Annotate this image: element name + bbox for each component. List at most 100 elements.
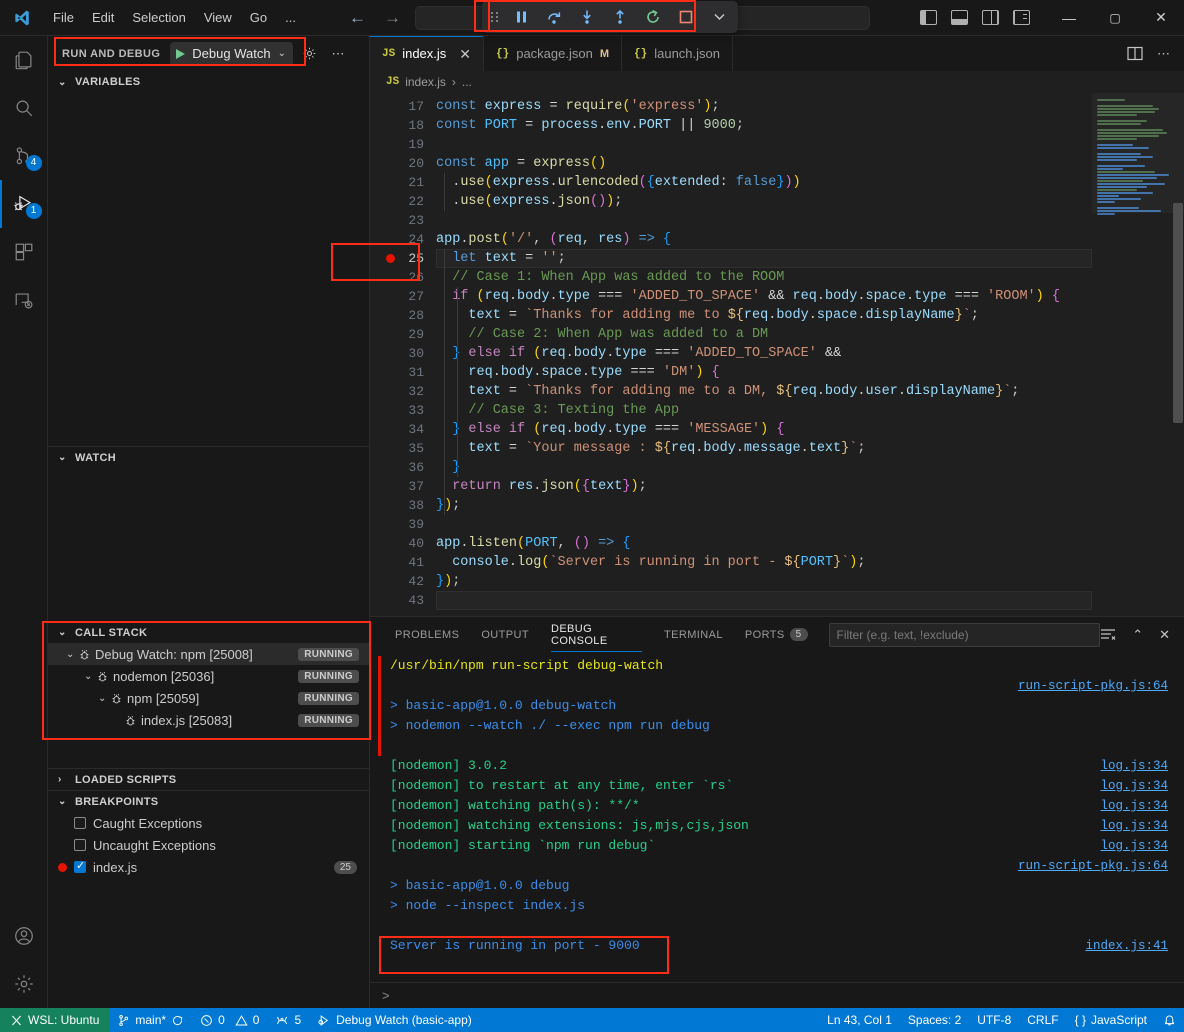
drag-handle-icon[interactable] bbox=[491, 12, 498, 22]
step-into-button[interactable] bbox=[577, 6, 597, 28]
status-cursor-position[interactable]: Ln 43, Col 1 bbox=[819, 1008, 900, 1032]
status-ports[interactable]: 5 bbox=[267, 1008, 309, 1032]
status-problems[interactable]: 0 0 bbox=[192, 1008, 267, 1032]
breadcrumb[interactable]: JS index.js › ... bbox=[370, 71, 1184, 93]
code-editor[interactable]: 17 18 19 20 21 22 23 24 25 26 27 28 29 3… bbox=[370, 93, 1184, 616]
tab-output[interactable]: OUTPUT bbox=[470, 617, 540, 652]
step-over-button[interactable] bbox=[544, 6, 564, 28]
close-icon[interactable]: ✕ bbox=[459, 47, 471, 61]
source-link[interactable]: log.js:34 bbox=[1100, 836, 1168, 856]
debug-console-input[interactable]: > bbox=[370, 982, 1184, 1008]
chevron-up-icon[interactable]: ⌃ bbox=[1132, 627, 1143, 643]
menu-edit[interactable]: Edit bbox=[83, 6, 123, 29]
breadcrumb-file[interactable]: index.js bbox=[405, 75, 446, 89]
minimize-icon[interactable]: — bbox=[1046, 0, 1092, 36]
chevron-down-icon[interactable]: ⌄ bbox=[66, 649, 78, 660]
status-remote[interactable]: WSL: Ubuntu bbox=[0, 1008, 109, 1032]
toggle-panel-icon[interactable] bbox=[951, 10, 968, 25]
minimap-slider[interactable] bbox=[1092, 93, 1184, 213]
stop-button[interactable] bbox=[676, 6, 696, 28]
status-notifications[interactable] bbox=[1155, 1008, 1184, 1032]
more-actions-icon[interactable]: ⋯ bbox=[1157, 46, 1170, 62]
section-variables[interactable]: ⌄ VARIABLES bbox=[48, 71, 369, 93]
ellipsis-icon[interactable]: ⋯ bbox=[327, 43, 349, 65]
step-out-button[interactable] bbox=[610, 6, 630, 28]
arrow-right-icon[interactable]: → bbox=[384, 9, 401, 26]
checkbox[interactable] bbox=[74, 861, 86, 873]
section-call-stack[interactable]: ⌄ CALL STACK bbox=[48, 621, 369, 643]
call-stack-row[interactable]: ⌄ npm [25059] RUNNING bbox=[48, 687, 369, 709]
console-filter-input[interactable]: Filter (e.g. text, !exclude) bbox=[829, 623, 1101, 647]
checkbox[interactable] bbox=[74, 817, 86, 829]
menu-file[interactable]: File bbox=[44, 6, 83, 29]
checkbox[interactable] bbox=[74, 839, 86, 851]
debug-configuration-selector[interactable]: Debug Watch ⌄ bbox=[170, 42, 293, 66]
sidebar-item-remote-explorer[interactable] bbox=[0, 276, 48, 324]
debug-console-output[interactable]: /usr/bin/npm run-script debug-watch run-… bbox=[370, 652, 1184, 982]
tab-package-json[interactable]: {} package.json M bbox=[484, 36, 622, 71]
pause-button[interactable] bbox=[511, 6, 531, 28]
sidebar-item-explorer[interactable] bbox=[0, 36, 48, 84]
chevron-down-icon[interactable]: ⌄ bbox=[98, 693, 110, 704]
status-branch[interactable]: main* bbox=[109, 1008, 192, 1032]
menu-selection[interactable]: Selection bbox=[123, 6, 194, 29]
play-icon[interactable] bbox=[176, 49, 185, 59]
source-link[interactable]: index.js:41 bbox=[1085, 936, 1168, 956]
split-editor-icon[interactable] bbox=[1127, 46, 1143, 61]
clear-console-icon[interactable] bbox=[1100, 628, 1116, 642]
source-link[interactable]: run-script-pkg.js:64 bbox=[1018, 676, 1168, 696]
editor-gutter[interactable]: 17 18 19 20 21 22 23 24 25 26 27 28 29 3… bbox=[370, 93, 436, 616]
source-link[interactable]: log.js:34 bbox=[1100, 776, 1168, 796]
tab-ports[interactable]: PORTS 5 bbox=[734, 617, 819, 652]
tab-index-js[interactable]: JS index.js ✕ bbox=[370, 36, 484, 71]
source-link[interactable]: log.js:34 bbox=[1100, 756, 1168, 776]
source-link[interactable]: run-script-pkg.js:64 bbox=[1018, 856, 1168, 876]
call-stack-row[interactable]: index.js [25083] RUNNING bbox=[48, 709, 369, 731]
tab-terminal[interactable]: TERMINAL bbox=[653, 617, 734, 652]
status-eol[interactable]: CRLF bbox=[1019, 1008, 1066, 1032]
editor-scrollbar[interactable] bbox=[1172, 93, 1184, 616]
source-link[interactable]: log.js:34 bbox=[1100, 816, 1168, 836]
menu-view[interactable]: View bbox=[195, 6, 241, 29]
code-content[interactable]: const express = require('express'); cons… bbox=[436, 93, 1092, 616]
sidebar-item-extensions[interactable] bbox=[0, 228, 48, 276]
status-debug-session[interactable]: Debug Watch (basic-app) bbox=[309, 1008, 480, 1032]
menu-more[interactable]: ... bbox=[276, 6, 305, 29]
debug-toolbar[interactable] bbox=[482, 1, 738, 33]
breakpoint-row[interactable]: Uncaught Exceptions bbox=[48, 834, 369, 856]
toggle-secondary-sidebar-icon[interactable] bbox=[982, 10, 999, 25]
maximize-icon[interactable]: ▢ bbox=[1092, 0, 1138, 36]
source-link[interactable]: log.js:34 bbox=[1100, 796, 1168, 816]
sidebar-item-run-and-debug[interactable]: 1 bbox=[0, 180, 48, 228]
gear-icon[interactable] bbox=[299, 43, 321, 65]
section-watch[interactable]: ⌄ WATCH bbox=[48, 446, 369, 468]
call-stack-row[interactable]: ⌄ Debug Watch: npm [25008] RUNNING bbox=[48, 643, 369, 665]
sidebar-item-settings[interactable] bbox=[0, 960, 48, 1008]
sidebar-item-accounts[interactable] bbox=[0, 912, 48, 960]
status-indentation[interactable]: Spaces: 2 bbox=[900, 1008, 969, 1032]
toggle-primary-sidebar-icon[interactable] bbox=[920, 10, 937, 25]
status-language-mode[interactable]: { } JavaScript bbox=[1067, 1008, 1155, 1032]
menu-bar[interactable]: File Edit Selection View Go ... bbox=[44, 6, 305, 29]
minimap[interactable] bbox=[1092, 93, 1184, 616]
tab-debug-console[interactable]: DEBUG CONSOLE bbox=[540, 617, 653, 652]
breakpoint-dot-icon[interactable] bbox=[386, 254, 395, 263]
breadcrumb-symbol[interactable]: ... bbox=[462, 75, 472, 89]
section-loaded-scripts[interactable]: › LOADED SCRIPTS bbox=[48, 768, 369, 790]
tab-launch-json[interactable]: {} launch.json bbox=[622, 36, 733, 71]
breakpoint-row[interactable]: Caught Exceptions bbox=[48, 812, 369, 834]
customize-layout-icon[interactable] bbox=[1013, 10, 1030, 25]
status-encoding[interactable]: UTF-8 bbox=[969, 1008, 1019, 1032]
sidebar-item-source-control[interactable]: 4 bbox=[0, 132, 48, 180]
tab-problems[interactable]: PROBLEMS bbox=[384, 617, 470, 652]
menu-go[interactable]: Go bbox=[241, 6, 276, 29]
chevron-down-icon[interactable]: ⌄ bbox=[278, 48, 286, 59]
sidebar-item-search[interactable] bbox=[0, 84, 48, 132]
chevron-down-icon[interactable] bbox=[709, 6, 729, 28]
section-breakpoints[interactable]: ⌄ BREAKPOINTS bbox=[48, 790, 369, 812]
close-icon[interactable]: ✕ bbox=[1138, 0, 1184, 36]
call-stack-row[interactable]: ⌄ nodemon [25036] RUNNING bbox=[48, 665, 369, 687]
chevron-down-icon[interactable]: ⌄ bbox=[84, 671, 96, 682]
close-panel-icon[interactable]: ✕ bbox=[1159, 627, 1170, 643]
breakpoint-row[interactable]: index.js 25 bbox=[48, 856, 369, 878]
